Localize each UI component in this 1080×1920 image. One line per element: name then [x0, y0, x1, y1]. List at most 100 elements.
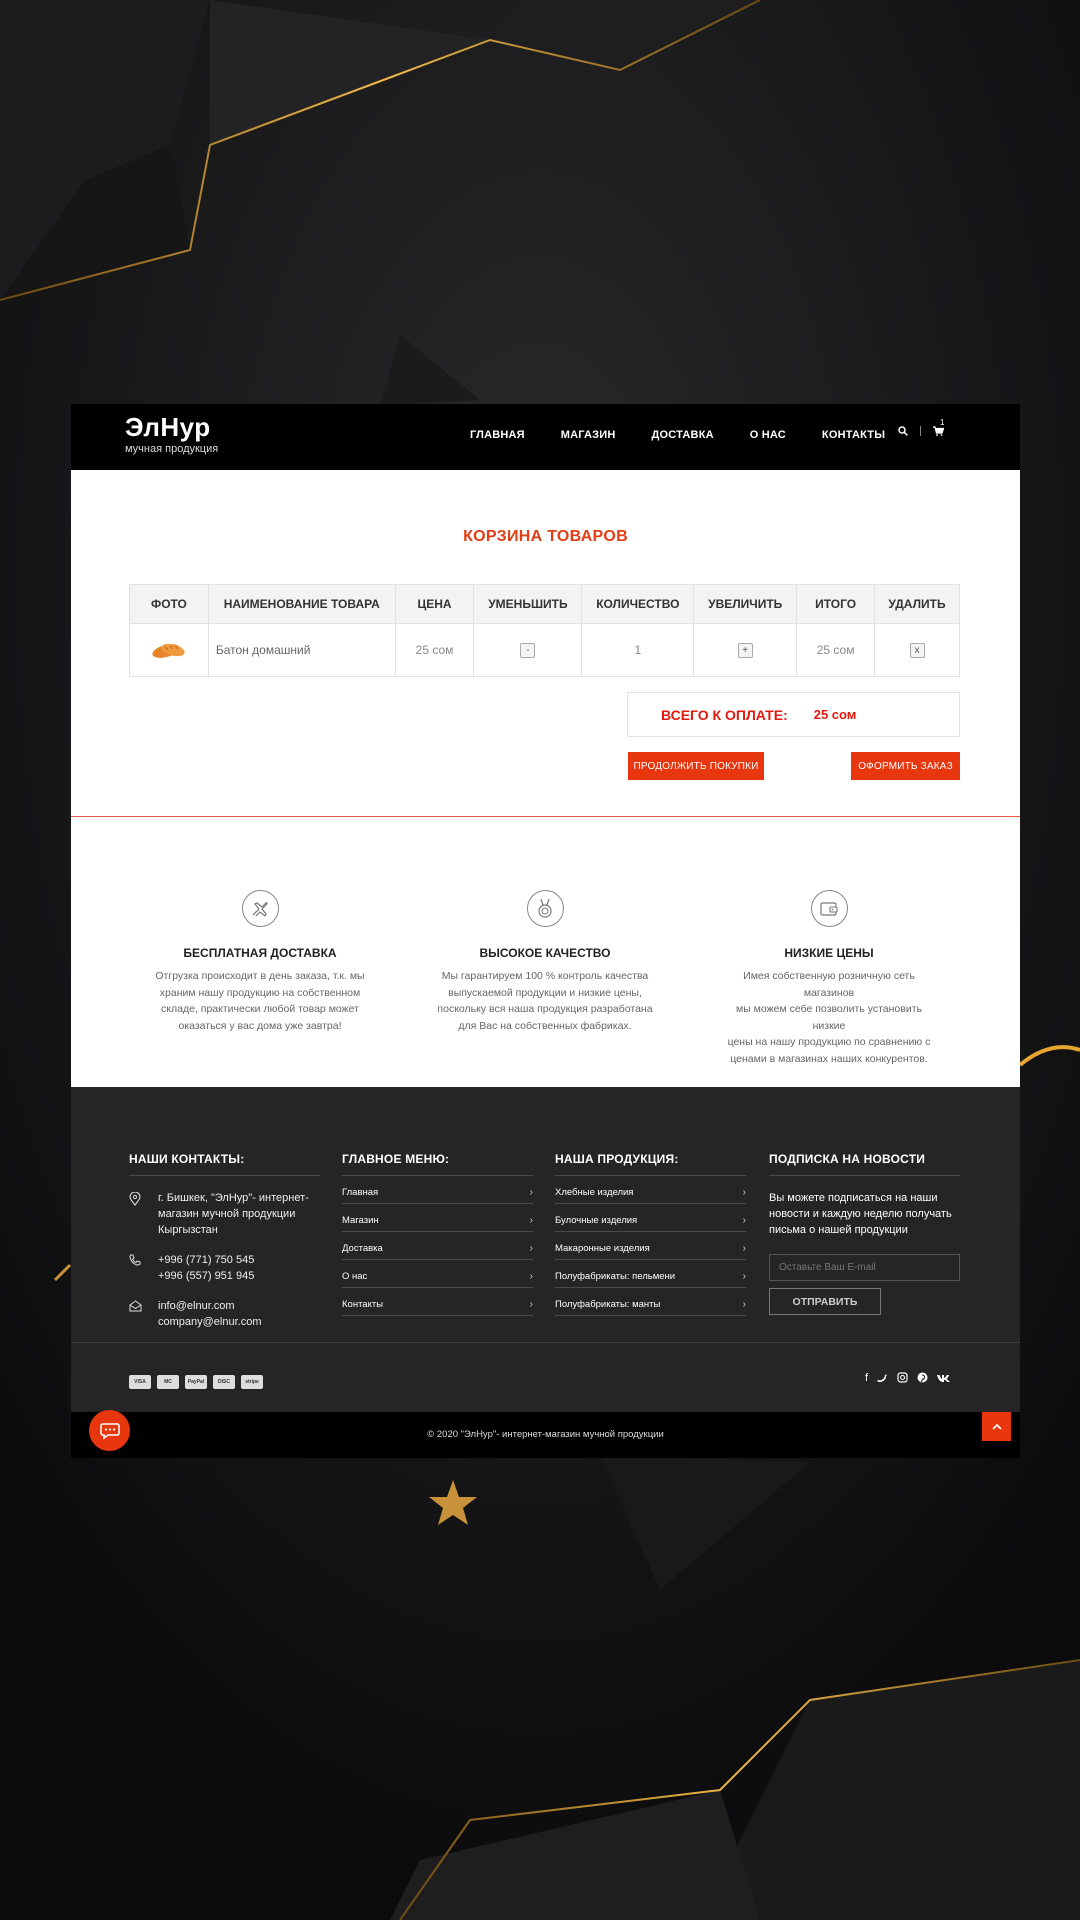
- feature-text-line: ценами в магазинах наших конкурентов.: [730, 1052, 928, 1065]
- bread-loaf-icon: [152, 643, 185, 658]
- payment-methods: VISA MC PayPal DISC stripe: [129, 1375, 263, 1389]
- footer-menu-item[interactable]: Магазин ›: [342, 1204, 533, 1232]
- feature-text-line: складе, практически любой товар может: [161, 1003, 359, 1015]
- remove-button[interactable]: x: [909, 643, 925, 658]
- main-nav: ГЛАВНАЯ МАГАЗИН ДОСТАВКА О НАС КОНТАКТЫ: [470, 429, 921, 441]
- footer-menu-item[interactable]: Главная ›: [342, 1176, 533, 1204]
- feature-text-line: мы можем себе позволить установить низки…: [735, 1003, 922, 1032]
- subscribe-send-button[interactable]: ОТПРАВИТЬ: [769, 1288, 881, 1315]
- footer-menu-item[interactable]: Доставка ›: [342, 1232, 533, 1260]
- product-item-label: Булочные изделия: [555, 1215, 638, 1226]
- phone-number[interactable]: +996 (557) 951 945: [158, 1268, 254, 1284]
- chevron-right-icon: ›: [529, 1187, 533, 1198]
- feature-text-line: поскольку вся наша продукция разработана: [437, 1003, 653, 1015]
- increase-button[interactable]: +: [737, 643, 753, 658]
- address-line: магазин мучной продукции: [158, 1208, 296, 1220]
- product-item-label: Полуфабрикаты: манты: [555, 1299, 661, 1310]
- feature-title: ВЫСОКОЕ КАЧЕСТВО: [479, 946, 611, 960]
- feature-title: НИЗКИЕ ЦЕНЫ: [784, 946, 874, 960]
- col-quantity: КОЛИЧЕСТВО: [581, 584, 695, 624]
- subscribe-email-input[interactable]: [769, 1254, 960, 1281]
- phone-icon: [129, 1252, 158, 1284]
- product-name[interactable]: Батон домашний: [207, 623, 396, 677]
- decrease-button[interactable]: -: [520, 643, 536, 658]
- discover-icon: DISC: [213, 1375, 235, 1389]
- nav-shop[interactable]: МАГАЗИН: [561, 429, 616, 441]
- col-remove: УДАЛИТЬ: [874, 584, 960, 624]
- footer-contacts-title: НАШИ КОНТАКТЫ:: [129, 1152, 320, 1176]
- feature-text-line: Мы гарантируем 100 % контроль качества: [441, 970, 649, 982]
- table-row: Батон домашний 25 сом - 1 + 25 сом x: [129, 623, 960, 677]
- address-text: г. Бишкек, "ЭлНур"- интернет- магазин му…: [158, 1190, 309, 1238]
- subscribe-line: Вы можете подписаться на наши: [769, 1192, 938, 1204]
- menu-item-label: Доставка: [342, 1243, 383, 1254]
- decrease-cell: -: [473, 623, 583, 677]
- feature-icon-circle: [810, 890, 848, 927]
- menu-item-label: Контакты: [342, 1299, 384, 1310]
- footer-product-item[interactable]: Макаронные изделия ›: [555, 1232, 746, 1260]
- copyright-bar: © 2020 "ЭлНур"- интернет-магазин мучной …: [71, 1412, 1020, 1458]
- address-line: Кыргызстан: [158, 1224, 218, 1236]
- feature-text-line: выпускаемой продукции и низкие цены,: [448, 986, 642, 999]
- cart-icon[interactable]: [933, 426, 944, 436]
- col-increase: УВЕЛИЧИТЬ: [693, 584, 798, 624]
- col-total: ИТОГО: [796, 584, 876, 624]
- feature-text: Мы гарантируем 100 % контроль качества в…: [435, 968, 655, 1034]
- vk-icon[interactable]: [937, 1372, 951, 1383]
- menu-item-label: Магазин: [342, 1215, 379, 1226]
- pinterest-icon[interactable]: [917, 1372, 928, 1383]
- footer-products: НАША ПРОДУКЦИЯ: Хлебные изделия › Булочны…: [555, 1152, 746, 1316]
- product-photo[interactable]: [129, 623, 209, 677]
- phone-number[interactable]: +996 (771) 750 545: [158, 1252, 254, 1268]
- footer-subscribe: ПОДПИСКА НА НОВОСТИ Вы можете подписатьс…: [769, 1152, 960, 1315]
- phones-text: +996 (771) 750 545 +996 (557) 951 945: [158, 1252, 254, 1284]
- product-item-label: Полуфабрикаты: пельмени: [555, 1271, 676, 1282]
- menu-item-label: Главная: [342, 1187, 379, 1198]
- medal-icon: [538, 898, 552, 918]
- product-price: 25 сом: [394, 623, 475, 677]
- search-icon[interactable]: [898, 426, 908, 436]
- continue-shopping-button[interactable]: ПРОДОЛЖИТЬ ПОКУПКИ: [628, 752, 764, 780]
- nav-about[interactable]: О НАС: [750, 429, 786, 441]
- email-link[interactable]: info@elnur.com: [158, 1298, 262, 1314]
- footer-products-title: НАША ПРОДУКЦИЯ:: [555, 1152, 746, 1176]
- chevron-right-icon: ›: [529, 1215, 533, 1226]
- subscribe-line: письма о нашей продукции: [769, 1224, 908, 1236]
- site-footer: НАШИ КОНТАКТЫ: г. Бишкек, "ЭлНур"- интер…: [71, 1087, 1020, 1458]
- feature-text-line: Имея собственную розничную сеть магазино…: [743, 970, 915, 999]
- nav-delivery[interactable]: ДОСТАВКА: [652, 429, 714, 441]
- footer-product-item[interactable]: Хлебные изделия ›: [555, 1176, 746, 1204]
- plane-icon: [252, 901, 268, 917]
- checkout-button[interactable]: ОФОРМИТЬ ЗАКАЗ: [851, 752, 960, 780]
- email-link[interactable]: company@elnur.com: [158, 1314, 262, 1330]
- footer-menu-item[interactable]: О нас ›: [342, 1260, 533, 1288]
- feature-quality: ВЫСОКОЕ КАЧЕСТВО Мы гарантируем 100 % ко…: [435, 890, 655, 1034]
- footer-product-item[interactable]: Булочные изделия ›: [555, 1204, 746, 1232]
- cart-header-row: ФОТО НАИМЕНОВАНИЕ ТОВАРА ЦЕНА УМЕНЬШИТЬ …: [129, 584, 960, 624]
- chat-button[interactable]: [89, 1410, 130, 1451]
- increase-cell: +: [693, 623, 798, 677]
- footer-menu-item[interactable]: Контакты ›: [342, 1288, 533, 1316]
- nav-home[interactable]: ГЛАВНАЯ: [470, 429, 525, 441]
- location-pin-icon: [129, 1190, 158, 1238]
- feature-text-line: Отгрузка происходит в день заказа, т.к. …: [155, 970, 365, 982]
- facebook-icon[interactable]: f: [865, 1372, 868, 1384]
- address-line: г. Бишкек, "ЭлНур"- интернет-: [158, 1192, 309, 1204]
- contact-emails: info@elnur.com company@elnur.com: [129, 1298, 320, 1330]
- footer-contacts: НАШИ КОНТАКТЫ: г. Бишкек, "ЭлНур"- интер…: [129, 1152, 320, 1330]
- chevron-right-icon: ›: [742, 1215, 746, 1226]
- instagram-icon[interactable]: [897, 1372, 908, 1383]
- chevron-right-icon: ›: [529, 1271, 533, 1282]
- feature-text: Отгрузка происходит в день заказа, т.к. …: [150, 968, 370, 1034]
- feature-icon-circle: [526, 890, 564, 927]
- footer-product-item[interactable]: Полуфабрикаты: манты ›: [555, 1288, 746, 1316]
- twitter-icon[interactable]: [877, 1372, 888, 1383]
- feature-text-line: храним нашу продукцию на собственном: [159, 986, 361, 999]
- nav-contacts[interactable]: КОНТАКТЫ: [822, 429, 885, 441]
- chevron-right-icon: ›: [742, 1187, 746, 1198]
- feature-text: Имея собственную розничную сеть магазино…: [719, 968, 939, 1067]
- logo[interactable]: ЭлНур мучная продукция: [125, 413, 218, 455]
- scroll-to-top-button[interactable]: [982, 1412, 1011, 1441]
- footer-product-item[interactable]: Полуфабрикаты: пельмени ›: [555, 1260, 746, 1288]
- feature-text-line: оказаться у вас дома уже завтра!: [178, 1019, 342, 1032]
